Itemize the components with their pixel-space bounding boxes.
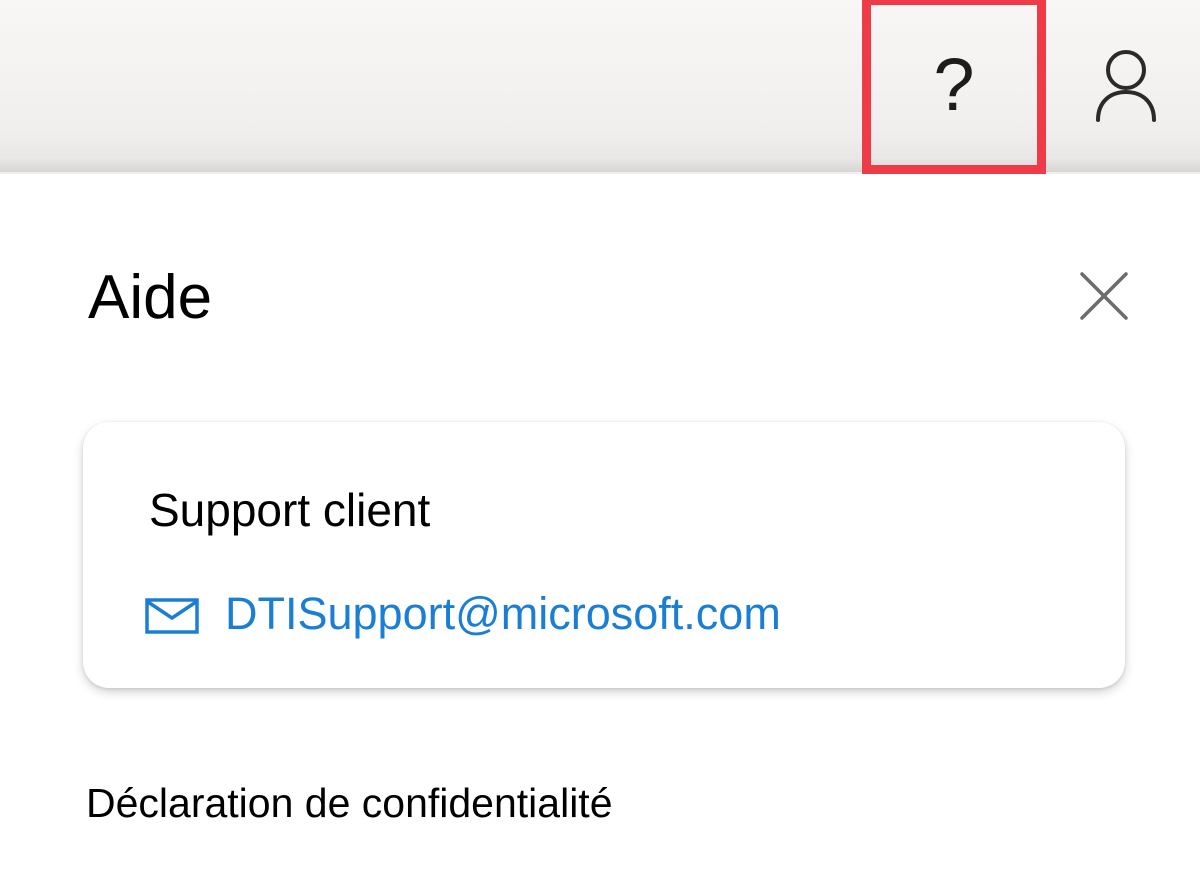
close-button[interactable] <box>1074 266 1134 326</box>
close-icon <box>1080 272 1128 320</box>
panel-title: Aide <box>88 263 213 332</box>
support-email: DTISupport@microsoft.com <box>225 588 781 639</box>
help-button[interactable]: ? <box>862 0 1046 174</box>
person-icon <box>1096 50 1156 122</box>
question-mark-icon: ? <box>933 43 975 126</box>
account-button[interactable] <box>1082 40 1170 128</box>
support-email-link[interactable]: DTISupport@microsoft.com <box>145 588 781 640</box>
mail-icon <box>145 598 199 634</box>
support-card: Support client DTISupport@microsoft.com <box>83 422 1125 688</box>
privacy-statement-link[interactable]: Déclaration de confidentialité <box>86 778 613 828</box>
support-card-title: Support client <box>149 484 431 536</box>
top-bar: ? <box>0 0 1200 174</box>
